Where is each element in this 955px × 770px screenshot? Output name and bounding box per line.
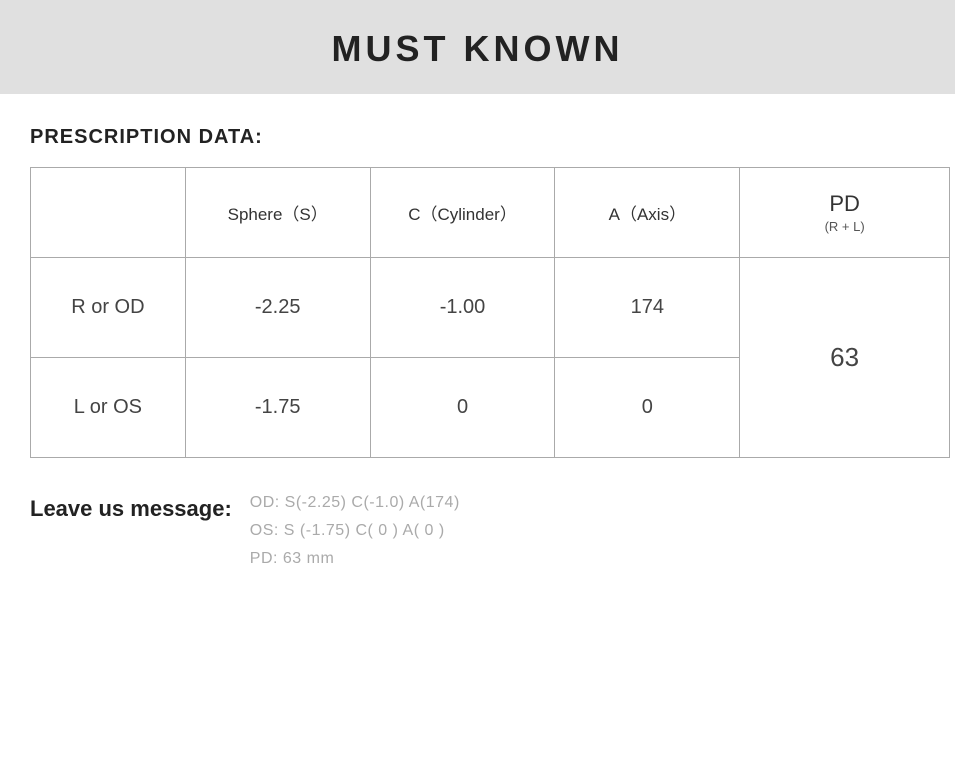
od-axis: 174 <box>555 258 740 358</box>
pd-main-label: PD <box>740 191 949 217</box>
message-line-pd: PD: 63 mm <box>250 550 460 568</box>
os-label: L or OS <box>31 358 186 458</box>
message-line-os: OS: S (-1.75) C( 0 ) A( 0 ) <box>250 522 460 540</box>
message-lines: OD: S(-2.25) C(-1.0) A(174) OS: S (-1.75… <box>250 494 460 568</box>
leave-message-section: Leave us message: OD: S(-2.25) C(-1.0) A… <box>30 494 925 568</box>
pd-sub-label: (R + L) <box>740 219 949 234</box>
col-cylinder-header: C（Cylinder） <box>370 168 555 258</box>
os-axis: 0 <box>555 358 740 458</box>
od-sphere: -2.25 <box>185 258 370 358</box>
od-label: R or OD <box>31 258 186 358</box>
main-title: MUST KNOWN <box>332 28 624 69</box>
pd-value-cell: 63 <box>740 258 950 458</box>
os-sphere: -1.75 <box>185 358 370 458</box>
col-sphere-header: Sphere（S） <box>185 168 370 258</box>
content-area: PRESCRIPTION DATA: Sphere（S） C（Cylinder）… <box>0 126 955 568</box>
message-line-od: OD: S(-2.25) C(-1.0) A(174) <box>250 494 460 512</box>
col-axis-header: A（Axis） <box>555 168 740 258</box>
table-row-od: R or OD -2.25 -1.00 174 63 <box>31 258 950 358</box>
prescription-table: Sphere（S） C（Cylinder） A（Axis） PD (R + L)… <box>30 167 950 458</box>
header-banner: MUST KNOWN <box>0 0 955 94</box>
os-cylinder: 0 <box>370 358 555 458</box>
od-cylinder: -1.00 <box>370 258 555 358</box>
leave-message-label: Leave us message: <box>30 494 232 522</box>
col-empty <box>31 168 186 258</box>
table-header-row: Sphere（S） C（Cylinder） A（Axis） PD (R + L) <box>31 168 950 258</box>
pd-value: 63 <box>830 342 859 372</box>
col-pd-header: PD (R + L) <box>740 168 950 258</box>
section-title: PRESCRIPTION DATA: <box>30 126 925 149</box>
